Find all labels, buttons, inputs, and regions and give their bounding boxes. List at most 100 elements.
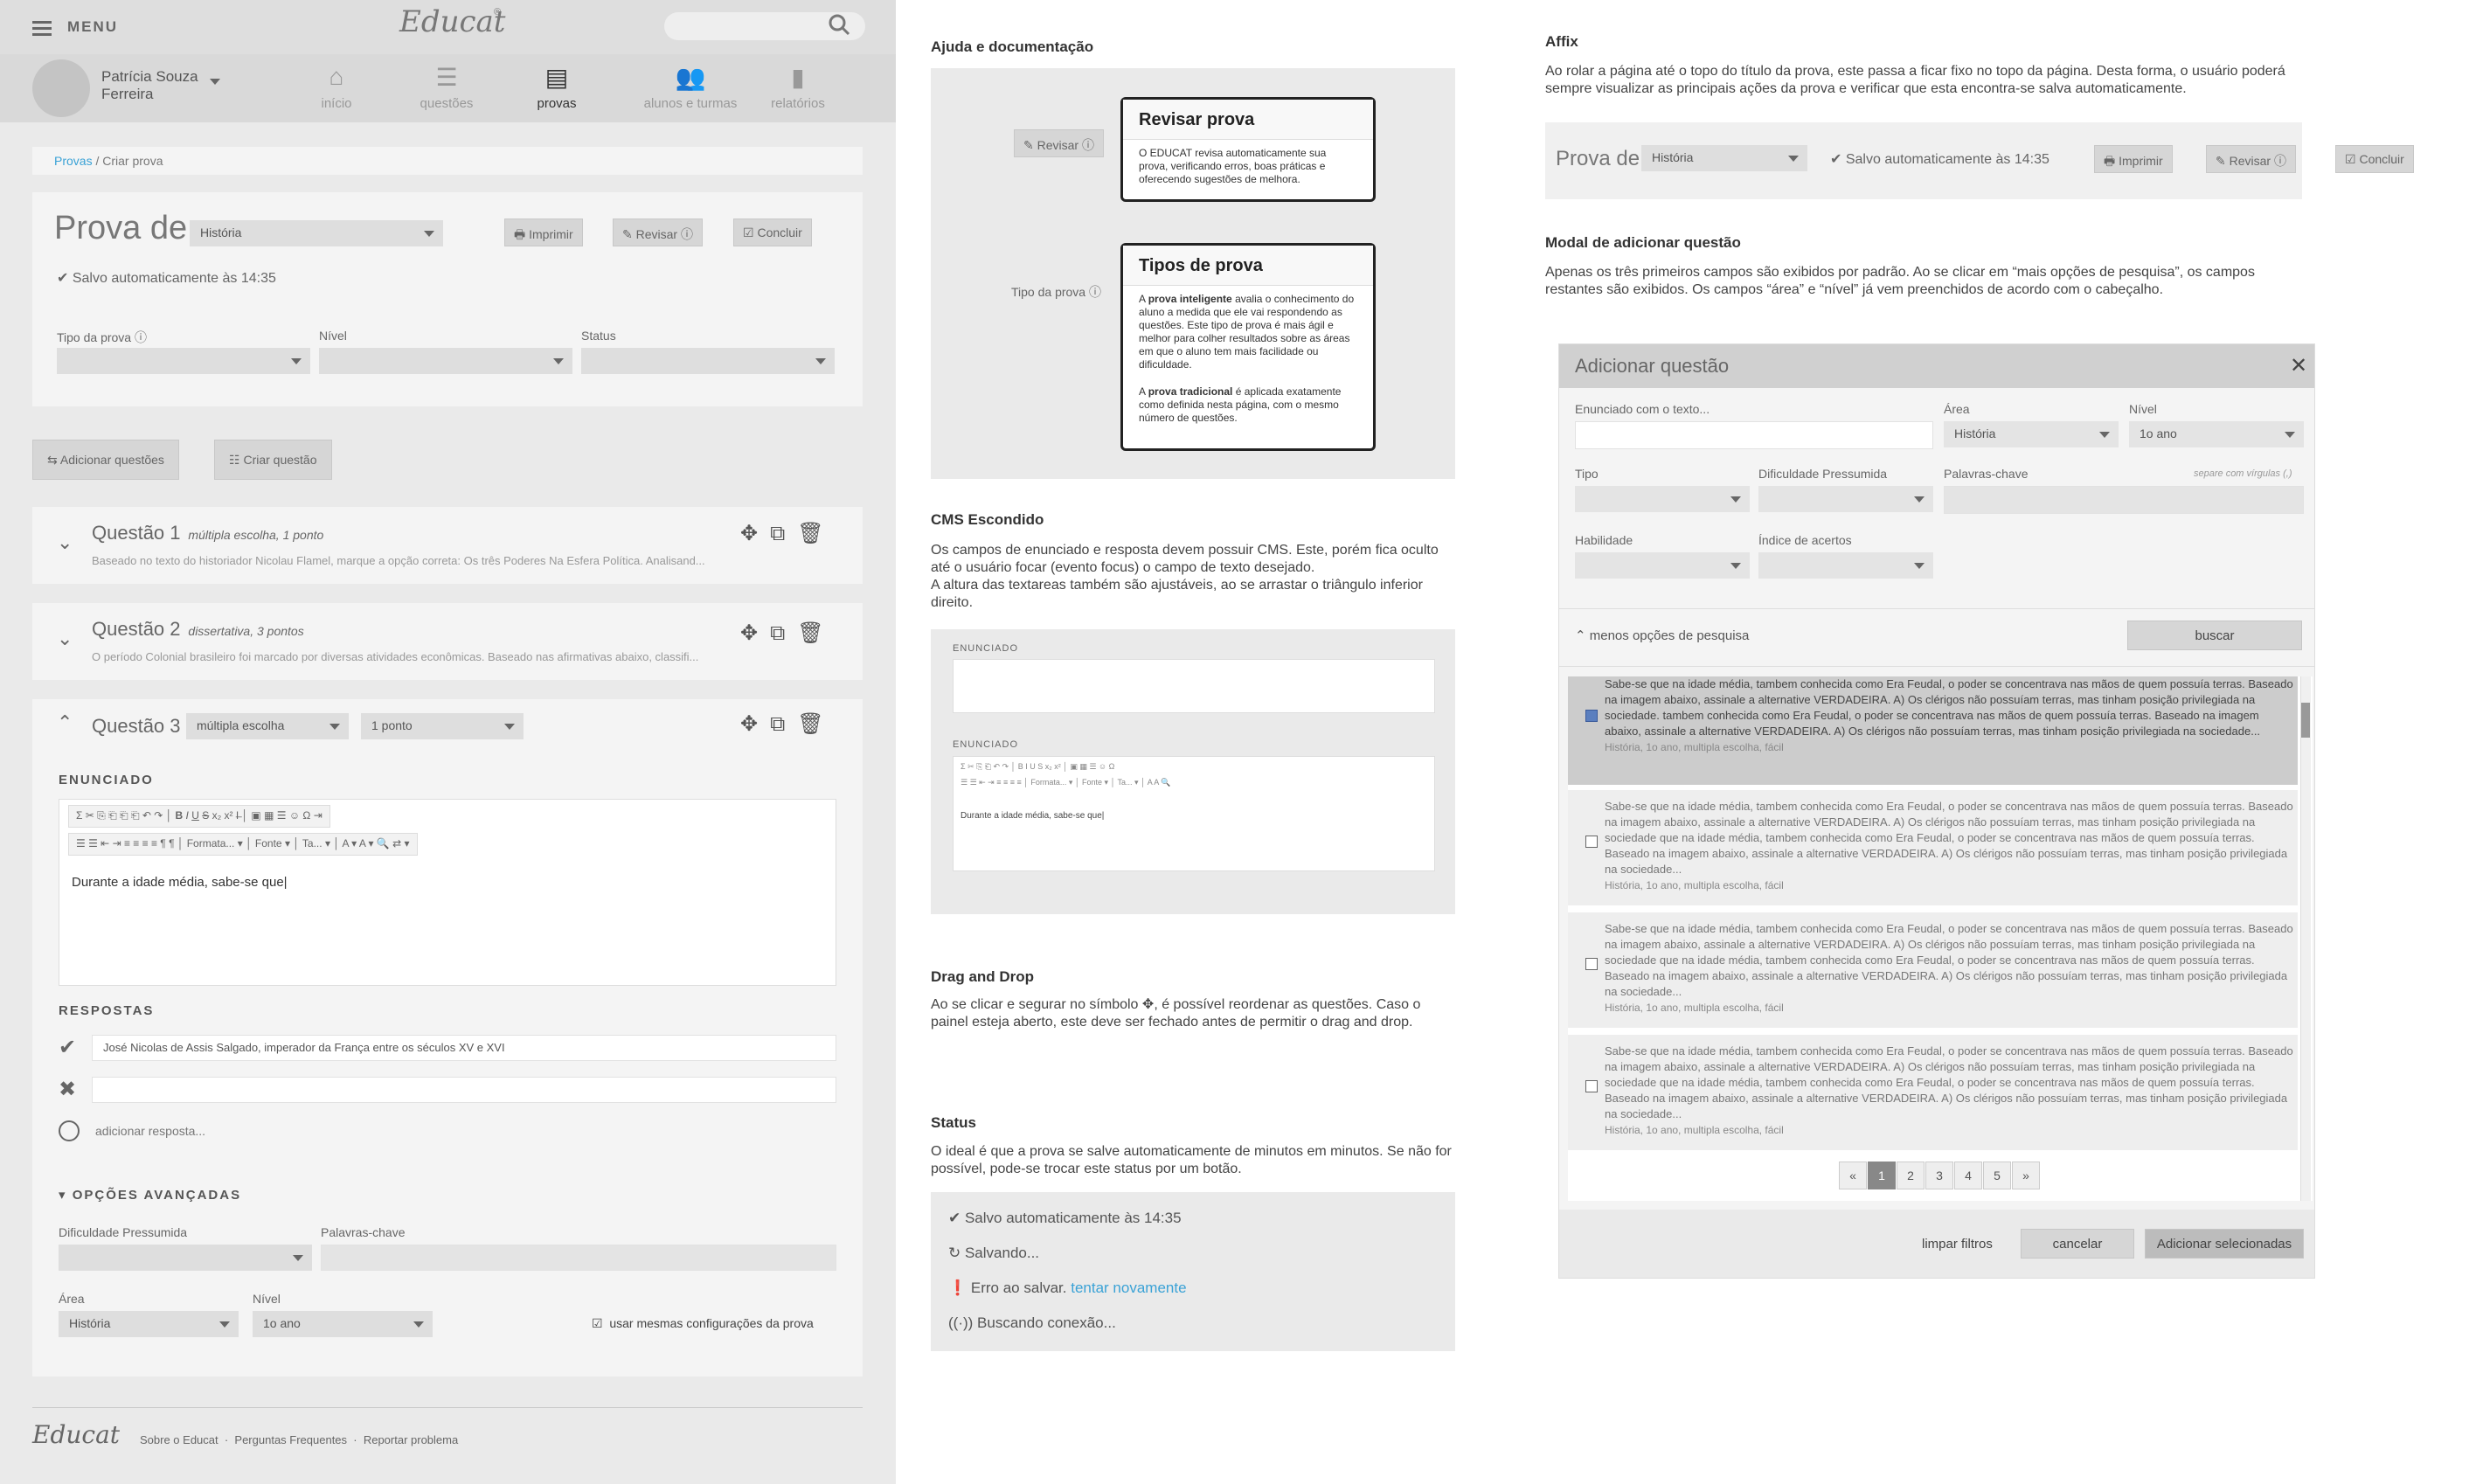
page-prev[interactable]: «	[1839, 1162, 1867, 1189]
result-checkbox-3[interactable]	[1585, 958, 1598, 970]
editor-toolbar-row1[interactable]: Σ ✂ ⎘ ⎗ ⎗ ⎗ ↶ ↷ │ B I U S x₂ x² I̶ │ ▣ ▦…	[68, 805, 330, 828]
page-next[interactable]: »	[2012, 1162, 2040, 1189]
add-selected-button[interactable]: Adicionar selecionadas	[2145, 1229, 2304, 1259]
question-points-select[interactable]: 1 ponto	[361, 713, 524, 739]
footer-link-report[interactable]: Reportar problema	[364, 1433, 458, 1446]
affix-subject-select[interactable]: História	[1641, 145, 1807, 171]
trash-icon[interactable]: 🗑	[797, 621, 836, 645]
type-label: Tipo da prova ⓘ	[57, 330, 147, 344]
modal-level-select[interactable]: 1o ano	[2129, 421, 2304, 447]
keywords-input[interactable]	[321, 1245, 836, 1271]
nav-item-relatorios[interactable]: ▮ relatórios	[750, 63, 846, 111]
remove-icon[interactable]: ✖	[59, 1077, 76, 1102]
breadcrumb-link[interactable]: Provas	[54, 154, 93, 168]
trash-icon[interactable]: 🗑	[797, 712, 836, 736]
result-checkbox-2[interactable]	[1585, 836, 1598, 848]
chevron-down-icon[interactable]: ⌄	[57, 628, 73, 650]
nav-item-questoes[interactable]: ☰ questões	[399, 63, 495, 111]
review-button[interactable]: ✎ Revisar ⓘ	[613, 218, 703, 246]
question-type-select[interactable]: múltipla escolha	[186, 713, 349, 739]
advanced-options-toggle[interactable]: ▾ OPÇÕES AVANÇADAS	[59, 1187, 241, 1203]
cms-textarea-collapsed[interactable]	[953, 659, 1435, 713]
print-button[interactable]: 🖶 Imprimir	[504, 218, 583, 246]
move-icon[interactable]: ✥	[740, 522, 770, 545]
finish-button[interactable]: ☑ Concluir	[733, 218, 812, 246]
cancel-button[interactable]: cancelar	[2021, 1229, 2134, 1259]
type-select[interactable]	[57, 348, 310, 374]
chevron-up-icon[interactable]: ⌃	[57, 711, 73, 734]
clear-filters-link[interactable]: limpar filtros	[1922, 1237, 1993, 1252]
difficulty-select[interactable]	[59, 1245, 312, 1271]
retry-link[interactable]: tentar novamente	[1071, 1279, 1186, 1296]
move-icon[interactable]: ✥	[740, 621, 770, 645]
page-5[interactable]: 5	[1983, 1162, 2011, 1189]
cms-textarea-expanded[interactable]: Σ ✂ ⎘ ⎗ ↶ ↷ │ B I U S x₂ x² │ ▣ ▦ ☰ ☺ Ω …	[953, 756, 1435, 871]
footer-link-about[interactable]: Sobre o Educat	[140, 1433, 218, 1446]
level-select-adv[interactable]: 1o ano	[253, 1311, 433, 1337]
avatar[interactable]	[32, 59, 90, 117]
area-label: Área	[59, 1292, 85, 1306]
page-2[interactable]: 2	[1897, 1162, 1925, 1189]
nav-item-inicio[interactable]: ⌂ início	[288, 63, 385, 111]
statement-editor[interactable]: Σ ✂ ⎘ ⎗ ⎗ ⎗ ↶ ↷ │ B I U S x₂ x² I̶ │ ▣ ▦…	[59, 799, 836, 986]
copy-icon[interactable]: ⧉	[770, 712, 797, 736]
subject-select[interactable]: História	[190, 220, 443, 246]
modal-hit-index-select[interactable]	[1758, 552, 1933, 579]
add-answer-link[interactable]: adicionar resposta...	[95, 1124, 205, 1138]
copy-icon[interactable]: ⧉	[770, 522, 797, 545]
tooltip-text: O EDUCAT revisa automaticamente sua prov…	[1139, 147, 1327, 185]
cms-toolbar[interactable]: Σ ✂ ⎘ ⎗ ↶ ↷ │ B I U S x₂ x² │ ▣ ▦ ☰ ☺ Ω	[961, 762, 1114, 772]
question-card-1[interactable]: ⌄ Questão 1 múltipla escolha, 1 ponto Ba…	[32, 507, 863, 584]
add-questions-button[interactable]: ⇆ Adicionar questões	[32, 440, 179, 480]
modal-search-button[interactable]: buscar	[2127, 621, 2302, 650]
chevron-down-icon[interactable]	[210, 79, 220, 85]
affix-finish-button[interactable]: ☑ Concluir	[2335, 145, 2414, 173]
move-icon[interactable]: ✥	[740, 712, 770, 736]
search-icon[interactable]	[829, 14, 851, 41]
status-panel: ✔ Salvo automaticamente às 14:35 ↻ Salva…	[931, 1192, 1455, 1351]
same-config-checkbox[interactable]: ☑ usar mesmas configurações da prova	[592, 1316, 814, 1331]
user-name[interactable]: Patrícia Souza Ferreira	[101, 68, 198, 103]
review-button-sample[interactable]: ✎ Revisar ⓘ	[1014, 129, 1104, 157]
affix-saved: ✔ Salvo automaticamente às 14:35	[1830, 152, 2049, 167]
cms-toolbar-2[interactable]: ☰ ☰ ⇤ ⇥ ≡ ≡ ≡ ≡ │ Formata... ▾ │ Fonte ▾…	[961, 778, 1170, 787]
nav-item-alunos[interactable]: 👥 alunos e turmas	[629, 63, 752, 111]
trash-icon[interactable]: 🗑	[797, 522, 836, 545]
level-select[interactable]	[319, 348, 572, 374]
affix-print-button[interactable]: 🖶 Imprimir	[2094, 145, 2173, 173]
footer-link-faq[interactable]: Perguntas Frequentes	[234, 1433, 347, 1446]
modal-search-input[interactable]	[1575, 421, 1933, 449]
status-select[interactable]	[581, 348, 835, 374]
correct-check-icon[interactable]: ✔	[59, 1035, 76, 1060]
answer-input-1[interactable]: José Nicolas de Assis Salgado, imperador…	[92, 1035, 836, 1061]
hamburger-icon[interactable]	[32, 17, 52, 39]
close-icon[interactable]: ✕	[2290, 353, 2307, 378]
copy-icon[interactable]: ⧉	[770, 621, 797, 645]
less-options-toggle[interactable]: ⌃ menos opções de pesquisa	[1575, 628, 1749, 643]
modal-keywords-input[interactable]	[1944, 486, 2304, 514]
modal-type-select[interactable]	[1575, 486, 1750, 512]
editor-toolbar-row2[interactable]: ☰ ☰ ⇤ ⇥ ≡ ≡ ≡ ≡ ¶ ¶ │ Formata... ▾ │ Fon…	[68, 833, 418, 856]
nav-item-provas[interactable]: ▤ provas	[509, 63, 605, 111]
affix-review-button[interactable]: ✎ Revisar ⓘ	[2206, 145, 2296, 173]
scrollbar-thumb[interactable]	[2301, 703, 2310, 738]
modal-difficulty-select[interactable]	[1758, 486, 1933, 512]
create-question-button[interactable]: ☷ Criar questão	[214, 440, 332, 480]
menu-label[interactable]: MENU	[67, 18, 118, 36]
footer-logo[interactable]: Educat	[32, 1420, 120, 1449]
area-select[interactable]: História	[59, 1311, 239, 1337]
add-answer-circle-icon[interactable]	[59, 1120, 80, 1141]
result-checkbox-4[interactable]	[1585, 1080, 1598, 1092]
modal-area-select[interactable]: História	[1944, 421, 2119, 447]
statement-text[interactable]: Durante a idade média, sabe-se que|	[72, 875, 288, 890]
page-3[interactable]: 3	[1925, 1162, 1953, 1189]
question-card-2[interactable]: ⌄ Questão 2 dissertativa, 3 pontos O per…	[32, 603, 863, 680]
page-1[interactable]: 1	[1868, 1162, 1896, 1189]
results-scrollbar[interactable]	[2300, 676, 2311, 1201]
logo[interactable]: Educat	[399, 4, 505, 39]
page-4[interactable]: 4	[1954, 1162, 1982, 1189]
modal-skill-select[interactable]	[1575, 552, 1750, 579]
answer-input-2[interactable]	[92, 1077, 836, 1103]
result-checkbox-1[interactable]	[1585, 710, 1598, 722]
chevron-down-icon[interactable]: ⌄	[57, 531, 73, 554]
